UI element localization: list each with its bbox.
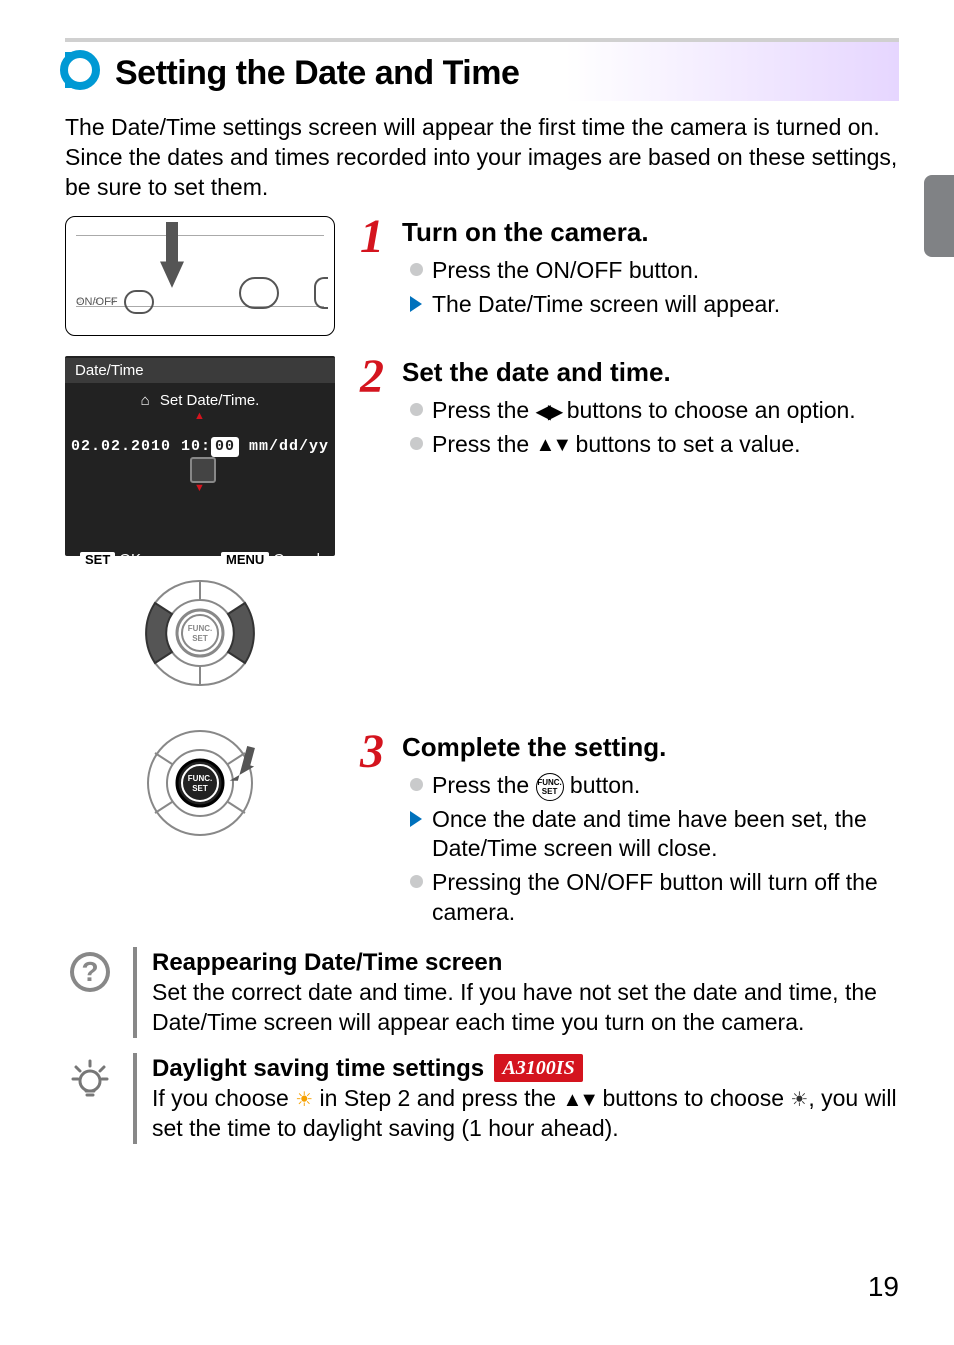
step3-bullet-2: Once the date and time have been set, th… [410,805,899,865]
dpad-lr-illustration: FUNC. SET [65,571,335,701]
lcd-title: Date/Time [65,358,335,384]
tip-dst-body: If you choose ☀ in Step 2 and press the … [152,1084,899,1144]
onoff-label: ON/OFF [76,295,118,309]
step-number-1: 1 [360,206,384,268]
svg-text:FUNC.: FUNC. [188,774,212,783]
dpad-set-illustration: FUNC. SET [65,721,335,851]
dst-on-icon: ☀ [790,1087,808,1113]
shutter-button-icon [239,277,279,309]
svg-text:SET: SET [192,634,208,643]
tip-reappearing-title: Reappearing Date/Time screen [152,947,899,978]
lcd-date-string: 02.02.2010 10:00 mm/dd/yy [65,437,335,483]
step2-bullet-2: Press the ▲▼ buttons to set a value. [410,430,899,460]
tip-reappearing: ? Reappearing Date/Time screen Set the c… [65,947,899,1038]
onoff-button-icon [124,290,154,314]
result-triangle-icon [410,811,422,827]
tip-dst-title: Daylight saving time settings [152,1055,484,1082]
step-number-2: 2 [360,346,384,408]
dst-box-icon [190,457,216,483]
step2-bullet-1: Press the ◀▶ buttons to choose an option… [410,396,899,426]
model-badge: A3100IS [494,1054,582,1082]
tip-reappearing-body: Set the correct date and time. If you ha… [152,978,899,1038]
camera-onoff-illustration: ○ ○ ○ ON/OFF [65,216,335,336]
page-number: 19 [868,1269,899,1305]
svg-text:SET: SET [192,784,208,793]
step1-bullet-2: The Date/Time screen will appear. [410,290,899,320]
lightbulb-icon [65,1053,115,1103]
svg-text:FUNC.: FUNC. [188,624,212,633]
page-title: Setting the Date and Time [65,45,899,101]
step-number-3: 3 [360,721,384,783]
result-triangle-icon [410,296,422,312]
step-1-title: Turn on the camera. [402,217,649,247]
svg-text:?: ? [81,956,98,987]
lcd-set-label: Set Date/Time. [160,392,259,409]
step3-bullet-1: Press the FUNC.SET button. [410,771,899,801]
section-title-bar: Setting the Date and Time [65,38,899,101]
up-down-icon: ▲▼ [536,435,570,455]
left-right-icon: ◀▶ [536,402,561,422]
lcd-datetime-illustration: Date/Time ⌂ Set Date/Time. ▲ 02.02.2010 … [65,356,335,556]
up-down-icon: ▲▼ [562,1090,596,1110]
intro-paragraph: The Date/Time settings screen will appea… [65,113,899,203]
dst-off-icon: ☀ [295,1087,313,1113]
step-3-title: Complete the setting. [402,732,666,762]
func-set-icon: FUNC.SET [536,773,564,801]
step3-bullet-3: Pressing the ON/OFF button will turn off… [410,868,899,928]
step1-bullet-1: Press the ON/OFF button. [410,256,899,286]
step-2-title: Set the date and time. [402,357,671,387]
tip-dst: Daylight saving time settings A3100IS If… [65,1053,899,1144]
question-icon: ? [65,947,115,997]
home-icon: ⌂ [141,391,150,411]
side-tab [924,175,954,257]
